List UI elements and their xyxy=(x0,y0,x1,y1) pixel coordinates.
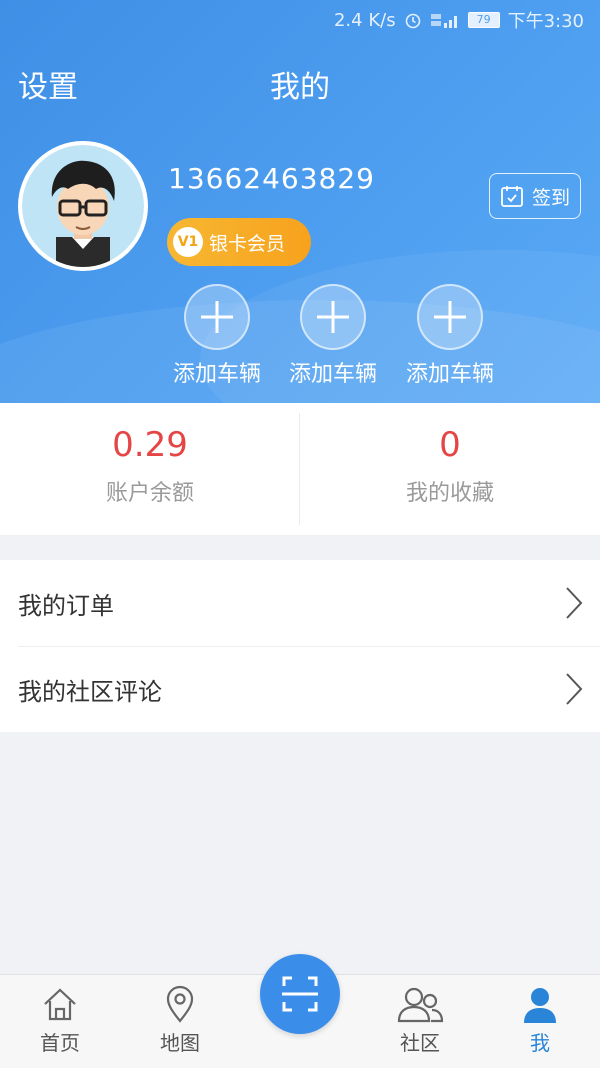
tab-me[interactable]: 我 xyxy=(480,975,600,1068)
favorites-value: 0 xyxy=(439,425,461,465)
person-icon xyxy=(524,988,556,1023)
battery-indicator: 79 xyxy=(467,12,500,28)
menu-item-label: 我的社区评论 xyxy=(18,678,162,706)
tab-label: 首页 xyxy=(40,1031,80,1055)
favorites-stat[interactable]: 0 我的收藏 xyxy=(300,403,600,535)
add-vehicle-label: 添加车辆 xyxy=(172,362,261,387)
network-speed: 2.4 K/s xyxy=(333,9,396,31)
plus-icon xyxy=(184,284,250,350)
signal-icon xyxy=(430,14,457,28)
avatar[interactable] xyxy=(18,141,148,271)
community-icon xyxy=(397,987,444,1023)
status-bar: 2.4 K/s 79 下午3:30 xyxy=(334,0,584,40)
profile-header: 2.4 K/s 79 下午3:30 设置 我的 13662463829 V1 银… xyxy=(0,0,600,403)
menu-item-community-comments[interactable]: 我的社区评论 xyxy=(0,646,600,732)
add-vehicle-button[interactable]: 添加车辆 xyxy=(157,284,277,388)
avatar-illustration xyxy=(22,145,144,267)
member-badge-label: 银卡会员 xyxy=(209,232,286,255)
tab-community[interactable]: 社区 xyxy=(360,975,480,1068)
member-badge[interactable]: V1 银卡会员 xyxy=(167,218,311,266)
page-title: 我的 xyxy=(270,70,330,105)
tab-label: 我 xyxy=(530,1031,550,1055)
balance-value: 0.29 xyxy=(112,425,188,465)
scan-icon xyxy=(282,976,318,1012)
chevron-right-icon xyxy=(566,673,583,705)
scan-button[interactable] xyxy=(260,954,340,1034)
add-vehicle-label: 添加车辆 xyxy=(288,362,377,387)
checkin-label: 签到 xyxy=(531,186,570,209)
tab-label: 社区 xyxy=(400,1031,440,1055)
user-phone: 13662463829 xyxy=(168,162,375,195)
map-pin-icon xyxy=(166,985,194,1023)
alarm-icon xyxy=(405,13,420,29)
stats-panel: 0.29 账户余额 0 我的收藏 xyxy=(0,403,600,535)
settings-button[interactable]: 设置 xyxy=(18,62,78,106)
tab-label: 地图 xyxy=(160,1031,200,1055)
menu-item-orders[interactable]: 我的订单 xyxy=(0,560,600,647)
favorites-label: 我的收藏 xyxy=(405,481,494,506)
menu-item-label: 我的订单 xyxy=(18,592,114,620)
add-vehicle-button[interactable]: 添加车辆 xyxy=(390,284,510,388)
menu-list: 我的订单 我的社区评论 xyxy=(0,560,600,732)
plus-icon xyxy=(417,284,483,350)
balance-label: 账户余额 xyxy=(105,481,194,506)
checkin-button[interactable]: 签到 xyxy=(489,173,581,219)
add-vehicle-label: 添加车辆 xyxy=(405,362,494,387)
add-vehicle-button[interactable]: 添加车辆 xyxy=(273,284,393,388)
status-time: 下午3:30 xyxy=(507,11,584,32)
home-icon xyxy=(44,988,76,1021)
calendar-check-icon xyxy=(501,186,523,207)
balance-stat[interactable]: 0.29 账户余额 xyxy=(0,403,300,535)
tab-map[interactable]: 地图 xyxy=(120,975,240,1068)
chevron-right-icon xyxy=(566,587,583,619)
level-icon: V1 xyxy=(173,227,203,257)
tab-home[interactable]: 首页 xyxy=(0,975,120,1068)
plus-icon xyxy=(300,284,366,350)
